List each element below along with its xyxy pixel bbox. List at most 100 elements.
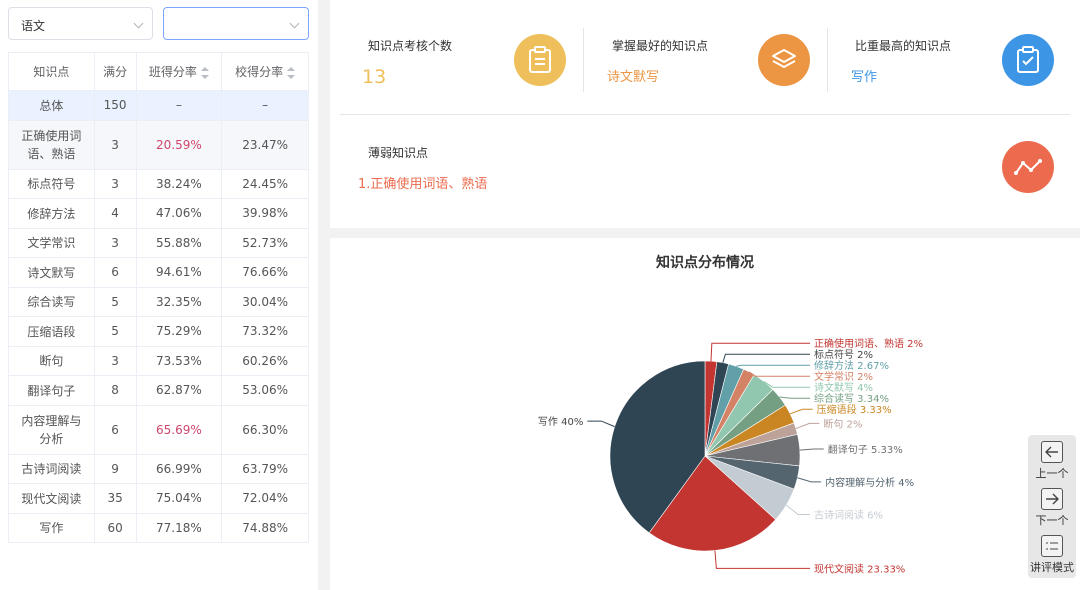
cell-school-rate: 30.04% xyxy=(221,286,309,317)
col-header-full: 满分 xyxy=(93,52,137,91)
cell-knowledge-point: 综合读写 xyxy=(8,286,95,317)
pie-label-line xyxy=(587,420,615,428)
cell-knowledge-point: 内容理解与分析 xyxy=(8,404,95,455)
table-row: 内容理解与分析 6 65.69% 66.30% xyxy=(8,404,309,455)
divider xyxy=(827,28,828,92)
cell-full-score: 3 xyxy=(93,119,137,170)
cell-full-score: 3 xyxy=(93,168,137,199)
cell-knowledge-point: 压缩语段 xyxy=(8,316,95,347)
table-row: 文学常识 3 55.88% 52.73% xyxy=(8,227,309,258)
pie-slice-label: 现代文阅读 23.33% xyxy=(814,562,905,575)
cell-full-score: 4 xyxy=(93,198,137,229)
sort-icon[interactable] xyxy=(287,66,296,79)
cell-school-rate: 24.45% xyxy=(221,168,309,199)
prev-label: 上一个 xyxy=(1035,467,1069,480)
cell-school-rate: 74.88% xyxy=(221,512,309,543)
cell-knowledge-point: 断句 xyxy=(8,345,95,376)
review-mode-label: 讲评模式 xyxy=(1030,561,1074,574)
checklist-icon xyxy=(1002,34,1054,86)
cell-school-rate: 52.73% xyxy=(221,227,309,258)
table-row: 修辞方法 4 47.06% 39.98% xyxy=(8,198,309,229)
pie-slice-label: 断句 2% xyxy=(823,417,862,430)
cell-full-score: 35 xyxy=(93,483,137,514)
table-header-row: 知识点 满分 班得分率 校得分率 xyxy=(8,52,309,91)
list-icon xyxy=(1041,535,1063,557)
class-select[interactable] xyxy=(163,7,309,40)
table-row: 翻译句子 8 62.87% 53.06% xyxy=(8,375,309,406)
clipboard-icon xyxy=(514,34,566,86)
cell-full-score: 3 xyxy=(93,227,137,258)
arrow-left-icon xyxy=(1041,441,1063,463)
cell-full-score: 8 xyxy=(93,375,137,406)
col-header-class-rate-label: 班得分率 xyxy=(148,65,197,79)
cell-knowledge-point: 正确使用词语、熟语 xyxy=(8,119,95,170)
cell-knowledge-point: 总体 xyxy=(8,90,95,121)
cell-class-rate: 62.87% xyxy=(135,375,223,406)
pie-slice-label: 正确使用词语、熟语 2% xyxy=(814,337,923,350)
table-row: 总体 150– – xyxy=(8,90,309,121)
cell-school-rate: 23.47% xyxy=(221,119,309,170)
subject-select[interactable]: 语文 xyxy=(8,7,153,40)
layers-icon xyxy=(758,34,810,86)
pie-label-line xyxy=(795,422,820,430)
cell-full-score: 150 xyxy=(93,90,137,121)
pie-label-line xyxy=(779,396,810,399)
cell-full-score: 6 xyxy=(93,404,137,455)
cell-full-score: 5 xyxy=(93,286,137,317)
pie-slice-label: 诗文默写 4% xyxy=(814,381,873,394)
cell-school-rate: – xyxy=(221,90,309,121)
pie-slice-label: 文学常识 2% xyxy=(814,370,873,383)
pie-label-line xyxy=(748,371,810,377)
arrow-right-icon xyxy=(1041,488,1063,510)
next-button[interactable]: 下一个 xyxy=(1028,488,1076,528)
table-row: 古诗词阅读 9 66.99% 63.79% xyxy=(8,453,309,484)
divider xyxy=(583,28,584,92)
pie-slice-label: 综合读写 3.34% xyxy=(814,392,889,405)
col-header-class-rate[interactable]: 班得分率 xyxy=(135,52,223,91)
chevron-down-icon xyxy=(289,18,300,29)
cell-class-rate: 73.53% xyxy=(135,345,223,376)
review-mode-button[interactable]: 讲评模式 xyxy=(1028,535,1076,575)
subject-select-value: 语文 xyxy=(21,19,46,33)
cell-knowledge-point: 写作 xyxy=(8,512,95,543)
cell-class-rate: 55.88% xyxy=(135,227,223,258)
cell-full-score: 6 xyxy=(93,257,137,288)
prev-button[interactable]: 上一个 xyxy=(1028,441,1076,481)
table-row: 综合读写 5 32.35% 30.04% xyxy=(8,286,309,317)
col-header-school-rate[interactable]: 校得分率 xyxy=(221,52,309,91)
table-row: 诗文默写 6 94.61% 76.66% xyxy=(8,257,309,288)
pie-label-line xyxy=(736,364,810,367)
trend-icon xyxy=(1002,141,1054,193)
cell-class-rate: 75.04% xyxy=(135,483,223,514)
cell-knowledge-point: 翻译句子 xyxy=(8,375,95,406)
cell-school-rate: 60.26% xyxy=(221,345,309,376)
table-row: 断句 3 73.53% 60.26% xyxy=(8,345,309,376)
divider xyxy=(340,114,1070,115)
review-nav: 上一个 下一个 讲评模式 xyxy=(1028,435,1076,578)
cell-class-rate: 77.18% xyxy=(135,512,223,543)
count-value: 13 xyxy=(362,66,387,88)
cell-full-score: 60 xyxy=(93,512,137,543)
cell-school-rate: 63.79% xyxy=(221,453,309,484)
cell-school-rate: 39.98% xyxy=(221,198,309,229)
col-header-name: 知识点 xyxy=(8,52,95,91)
pie-slice-label: 内容理解与分析 4% xyxy=(825,476,914,489)
table-row: 压缩语段 5 75.29% 73.32% xyxy=(8,316,309,347)
cell-knowledge-point: 诗文默写 xyxy=(8,257,95,288)
next-label: 下一个 xyxy=(1035,514,1069,527)
weak-label: 薄弱知识点 xyxy=(368,146,429,160)
pie-label-line xyxy=(763,381,810,388)
cell-knowledge-point: 修辞方法 xyxy=(8,198,95,229)
pie-label-line xyxy=(710,342,810,362)
table-row: 标点符号 3 38.24% 24.45% xyxy=(8,168,309,199)
left-panel: 语文 知识点 满分 班得分率 校得分率 总体 150– – 正确使用词语、熟语 3 20.… xyxy=(0,0,318,590)
distribution-chart-card: 知识点分布情况 正确使用词语、熟语 2% 标点符号 2% 修辞方法 2.67% 文学常… xyxy=(330,238,1080,590)
pie-label-line xyxy=(797,477,822,483)
sort-icon[interactable] xyxy=(200,66,209,79)
highest-label: 比重最高的知识点 xyxy=(855,39,952,53)
cell-full-score: 5 xyxy=(93,316,137,347)
cell-school-rate: 76.66% xyxy=(221,257,309,288)
cell-class-rate: – xyxy=(135,90,223,121)
cell-knowledge-point: 古诗词阅读 xyxy=(8,453,95,484)
cell-class-rate: 38.24% xyxy=(135,168,223,199)
